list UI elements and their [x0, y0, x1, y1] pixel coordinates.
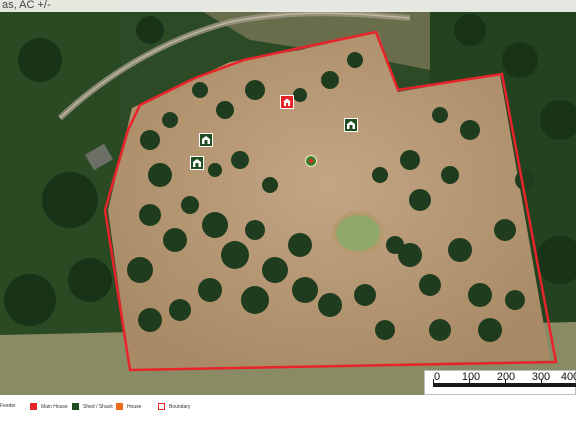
- map-title: as, AC +/-: [2, 0, 51, 11]
- scale-label-400: 400: [560, 371, 576, 383]
- feeder-marker[interactable]: [305, 155, 317, 167]
- legend-label-main-house: Main House: [41, 403, 68, 410]
- satellite-imagery: [0, 0, 576, 395]
- legend-item-feeder: Feeder: [0, 403, 16, 409]
- shed-icon: [72, 403, 79, 410]
- scale-bar: 0 100 200 300 400: [424, 370, 576, 395]
- shed-marker-1[interactable]: [199, 133, 213, 147]
- shed-marker-3[interactable]: [344, 118, 358, 132]
- map-view[interactable]: as, AC +/- 0 100 200 300 400: [0, 0, 576, 395]
- shed-icon: [193, 159, 201, 167]
- house-icon: [283, 98, 291, 106]
- boundary-icon: [158, 403, 165, 410]
- pond: [332, 211, 384, 255]
- main-house-marker[interactable]: [280, 95, 294, 109]
- home-icon: [116, 403, 123, 410]
- scale-label-0: 0: [433, 371, 441, 383]
- scale-label-100: 100: [461, 371, 481, 383]
- legend-item-boundary: Boundary: [158, 403, 190, 410]
- map-legend: Feeder Main House Shed / Shack House Bou…: [0, 395, 576, 432]
- legend-item-main-house: Main House: [30, 403, 68, 410]
- title-bar: as, AC +/-: [0, 0, 576, 12]
- shed-icon: [202, 136, 210, 144]
- legend-label-feeder: Feeder: [0, 403, 16, 409]
- scale-label-200: 200: [496, 371, 516, 383]
- legend-item-house: House: [116, 403, 141, 410]
- legend-label-boundary: Boundary: [169, 403, 191, 410]
- shed-marker-2[interactable]: [190, 156, 204, 170]
- house-icon: [30, 403, 37, 410]
- legend-item-shed: Shed / Shack: [72, 403, 113, 410]
- scale-label-300: 300: [531, 371, 551, 383]
- feeder-icon: [309, 159, 313, 163]
- legend-label-house: House: [127, 403, 142, 410]
- legend-label-shed: Shed / Shack: [83, 403, 113, 410]
- shed-icon: [347, 121, 355, 129]
